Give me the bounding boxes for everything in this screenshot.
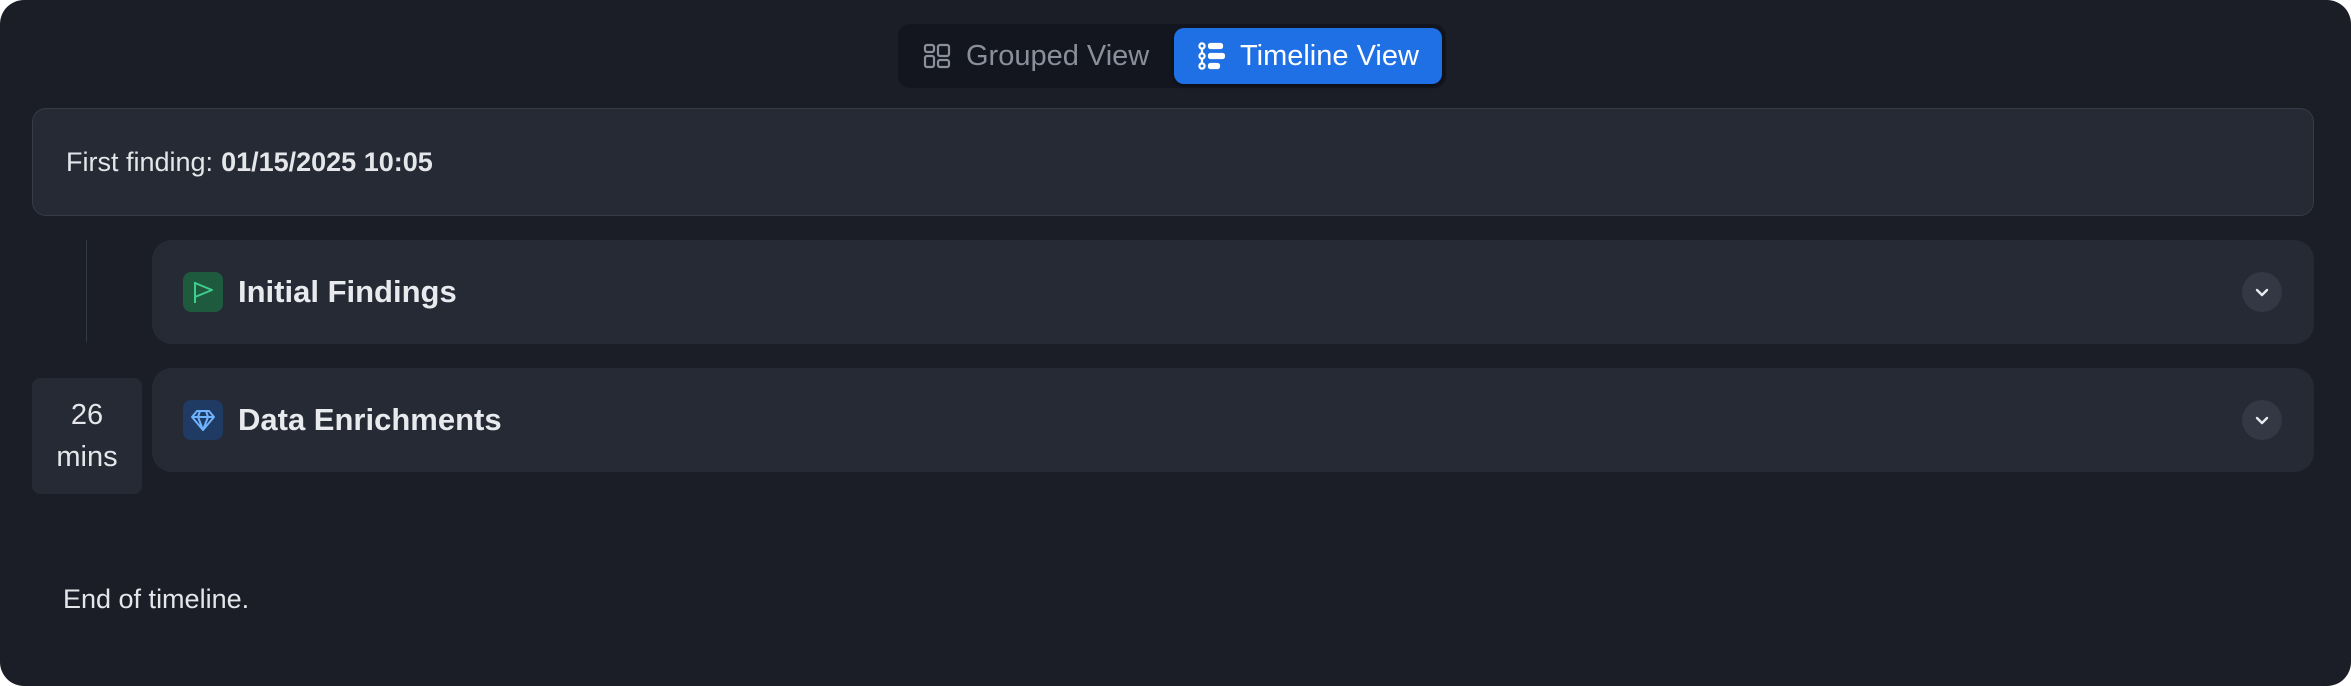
timeline-connector	[86, 240, 87, 342]
end-of-timeline-text: End of timeline.	[63, 584, 250, 614]
duration-badge: 26 mins	[32, 378, 142, 494]
flag-icon	[183, 272, 223, 312]
chevron-down-icon[interactable]	[2242, 400, 2282, 440]
grouped-view-button[interactable]: Grouped View	[918, 28, 1178, 84]
section-data-enrichments[interactable]: Data Enrichments	[152, 368, 2314, 472]
section-title: Initial Findings	[238, 274, 457, 309]
first-finding-label: First finding:	[66, 146, 214, 177]
first-finding-bar: First finding: 01/15/2025 10:05	[32, 108, 2314, 216]
first-finding-timestamp: 01/15/2025 10:05	[221, 146, 433, 177]
timeline-view-label: Timeline View	[1240, 39, 1419, 72]
duration-value: 26	[70, 399, 104, 431]
timeline-list-icon	[1196, 41, 1226, 71]
grouped-grid-icon	[922, 41, 952, 71]
chevron-down-icon[interactable]	[2242, 272, 2282, 312]
gem-icon	[183, 400, 223, 440]
timeline-view-button[interactable]: Timeline View	[1174, 28, 1442, 84]
section-title: Data Enrichments	[238, 402, 502, 437]
section-initial-findings[interactable]: Initial Findings	[152, 240, 2314, 344]
duration-unit: mins	[56, 441, 118, 473]
timeline-panel: Grouped View Timeline View First finding…	[0, 0, 2351, 686]
view-toggle: Grouped View Timeline View	[898, 24, 1446, 88]
grouped-view-label: Grouped View	[966, 39, 1150, 72]
